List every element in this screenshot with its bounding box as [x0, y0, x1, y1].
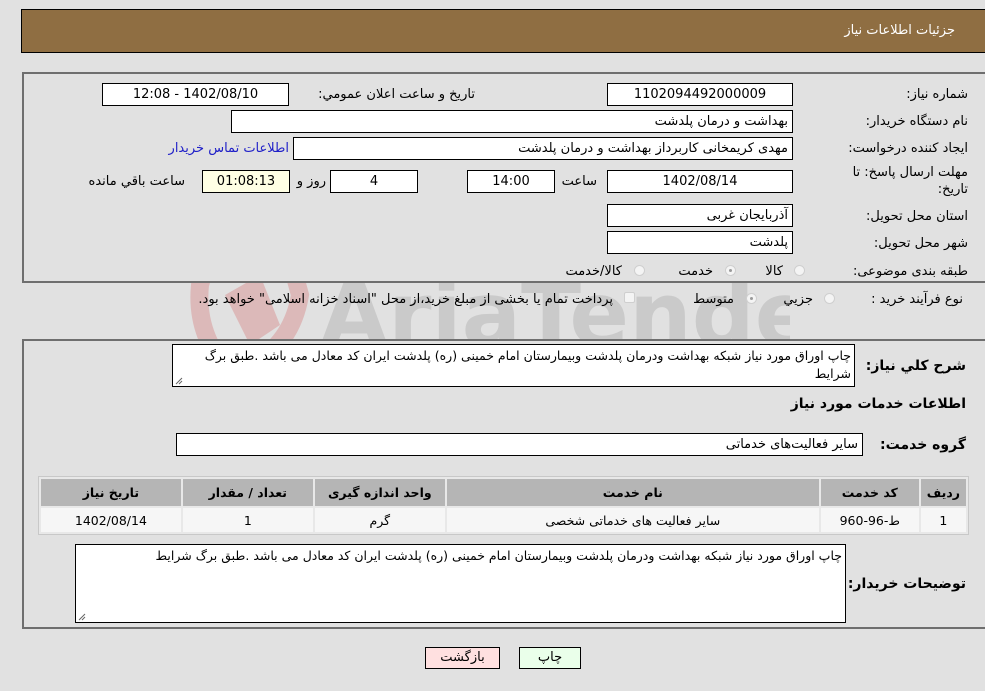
cell-row-number: 1: [920, 508, 966, 532]
need-number-label: شماره نیاز:: [906, 87, 968, 102]
treasury-checkbox-label: پرداخت تمام يا بخشی از مبلغ خريد،از محل …: [198, 292, 613, 307]
table-header-row: رديف كد خدمت نام خدمت واحد اندازه گيری ت…: [41, 479, 966, 506]
buyer-notes-text: چاپ اوراق مورد نیاز شبکه بهداشت ودرمان پ…: [155, 548, 842, 563]
services-heading: اطلاعات خدمات مورد نياز: [790, 396, 966, 412]
services-table: رديف كد خدمت نام خدمت واحد اندازه گيری ت…: [38, 476, 969, 535]
buyer-contact-link[interactable]: اطلاعات تماس خريدار: [169, 141, 289, 156]
cell-service-name: سایر فعالیت های خدماتی شخصی: [446, 508, 819, 532]
time-remaining-label: ساعت باقي مانده: [88, 174, 185, 189]
back-button[interactable]: بازگشت: [425, 647, 500, 669]
resize-handle-icon[interactable]: [78, 613, 86, 621]
cell-quantity: 1: [182, 508, 313, 532]
category-option-goods-service: کالا/خدمت: [565, 264, 622, 279]
category-radio-service[interactable]: [725, 265, 736, 276]
requester-field: مهدی کریمخانی کاربرداز بهداشت و درمان پل…: [293, 137, 793, 160]
days-label: روز و: [296, 174, 326, 189]
need-number-field: 1102094492000009: [607, 83, 793, 106]
purchase-type-option-medium: متوسط: [693, 292, 734, 307]
announce-datetime-field: 1402/08/10 - 12:08: [102, 83, 289, 106]
buyer-notes-label: توضيحات خريدار:: [847, 576, 966, 592]
category-radio-goods[interactable]: [794, 265, 805, 276]
purchase-type-radio-medium[interactable]: [746, 293, 757, 304]
buyer-org-field: بهداشت و درمان پلدشت: [231, 110, 793, 133]
summary-label: شرح كلي نياز:: [865, 358, 966, 374]
province-label: استان محل تحويل:: [866, 209, 968, 224]
buyer-org-label: نام دستگاه خريدار:: [865, 114, 968, 129]
deadline-date-field: 1402/08/14: [607, 170, 793, 193]
deadline-label-line1: مهلت ارسال پاسخ: تا: [852, 165, 968, 180]
category-option-goods: کالا: [765, 264, 783, 279]
time-remaining-field: 01:08:13: [202, 170, 290, 193]
summary-textarea[interactable]: چاپ اوراق مورد نیاز شبکه بهداشت ودرمان پ…: [172, 344, 855, 387]
category-label: طبقه بندی موضوعی:: [852, 264, 968, 279]
purchase-type-label: نوع فرآيند خريد :: [871, 292, 963, 307]
table-row: 1 ط-96-960 سایر فعالیت های خدماتی شخصی گ…: [41, 508, 966, 532]
service-group-label: گروه خدمت:: [880, 437, 966, 453]
deadline-time-field: 14:00: [467, 170, 555, 193]
cell-service-code: ط-96-960: [820, 508, 919, 532]
col-row-number: رديف: [920, 479, 966, 506]
buyer-notes-textarea[interactable]: چاپ اوراق مورد نیاز شبکه بهداشت ودرمان پ…: [75, 544, 846, 623]
days-remaining-field: 4: [330, 170, 418, 193]
category-option-service: خدمت: [678, 264, 713, 279]
page-title: جزئیات اطلاعات نیاز: [844, 23, 955, 38]
cell-need-date: 1402/08/14: [41, 508, 181, 532]
province-field: آذربایجان غربی: [607, 204, 793, 227]
col-quantity: تعداد / مقدار: [182, 479, 313, 506]
page-header: جزئیات اطلاعات نیاز: [21, 9, 985, 53]
deadline-label-line2: تاريخ:: [937, 182, 968, 197]
deadline-time-label: ساعت: [561, 174, 597, 189]
col-need-date: تاريخ نياز: [41, 479, 181, 506]
col-service-code: كد خدمت: [820, 479, 919, 506]
col-unit: واحد اندازه گيری: [314, 479, 445, 506]
city-field: پلدشت: [607, 231, 793, 254]
purchase-type-option-minor: جزيي: [783, 292, 813, 307]
requester-label: ايجاد كننده درخواست:: [848, 141, 968, 156]
resize-handle-icon[interactable]: [175, 377, 183, 385]
summary-text: چاپ اوراق مورد نیاز شبکه بهداشت ودرمان پ…: [204, 348, 851, 381]
col-service-name: نام خدمت: [446, 479, 819, 506]
cell-unit: گرم: [314, 508, 445, 532]
category-radio-goods-service[interactable]: [634, 265, 645, 276]
treasury-checkbox[interactable]: [624, 292, 635, 303]
announce-datetime-label: تاریخ و ساعت اعلان عمومي:: [318, 87, 475, 102]
print-button[interactable]: چاپ: [519, 647, 581, 669]
city-label: شهر محل تحويل:: [873, 236, 968, 251]
purchase-type-radio-minor[interactable]: [824, 293, 835, 304]
service-group-field: سایر فعالیت‌های خدماتی: [176, 433, 863, 456]
